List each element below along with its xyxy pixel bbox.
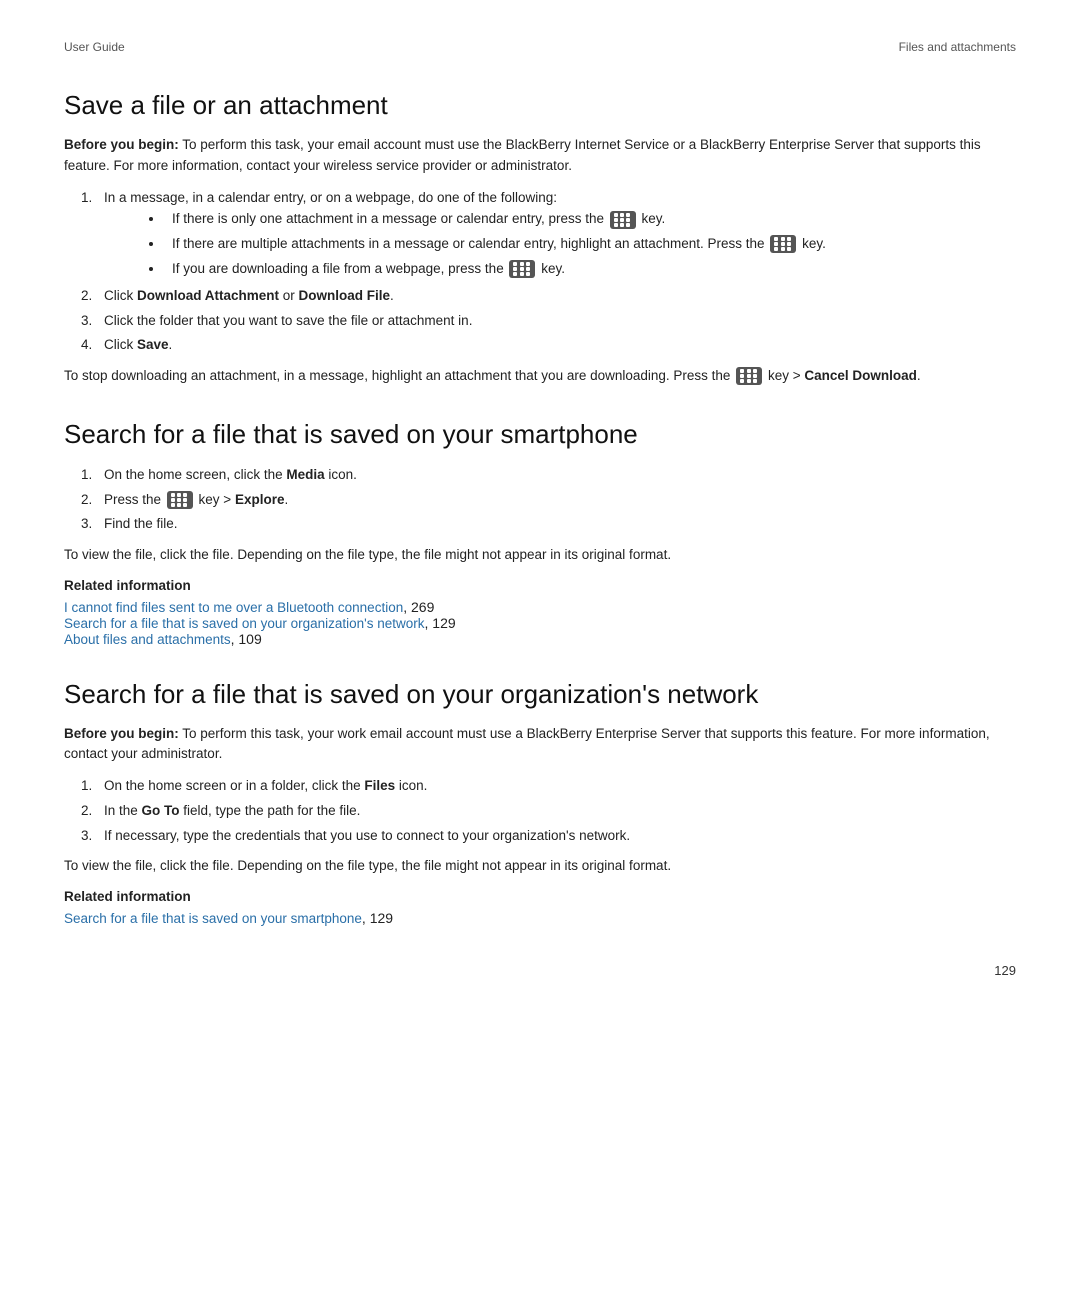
section1-step2-text: Click [104,288,137,303]
section3-title: Search for a file that is saved on your … [64,679,1016,710]
header-left: User Guide [64,40,125,54]
section3-before-begin-text: To perform this task, your work email ac… [64,726,990,762]
section1-bullet3: If you are downloading a file from a web… [164,258,1016,280]
section1-steps: In a message, in a calendar entry, or on… [96,187,1016,356]
section1-step4-bold: Save [137,337,169,352]
section2-step3: Find the file. [96,513,1016,535]
section3-step1: On the home screen or in a folder, click… [96,775,1016,797]
section2-link1: I cannot find files sent to me over a Bl… [64,599,1016,615]
section2-step1: On the home screen, click the Media icon… [96,464,1016,486]
section1-step1: In a message, in a calendar entry, or on… [96,187,1016,279]
section2-step2-end: key > [199,492,235,507]
section1-step2-period: . [390,288,394,303]
section2-related-label: Related information [64,576,1016,597]
section1-bullet2-text: If there are multiple attachments in a m… [172,236,768,251]
section2-link2-page: , 129 [425,615,456,631]
section1-stop-period: . [917,368,921,383]
section2-step2-bold: Explore [235,492,285,507]
section3-step1-text: On the home screen or in a folder, click… [104,778,364,793]
section1-step4: Click Save. [96,334,1016,356]
section1-step3-text: Click the folder that you want to save t… [104,313,472,328]
section-search-network: Search for a file that is saved on your … [64,679,1016,926]
section1-bullets: If there is only one attachment in a mes… [164,208,1016,279]
section1-before-begin-label: Before you begin: [64,137,179,152]
section3-step3: If necessary, type the credentials that … [96,825,1016,847]
section1-stop-note: To stop downloading an attachment, in a … [64,366,1016,387]
section1-step2-bold2: Download File [299,288,391,303]
section1-stop-bold: Cancel Download [804,368,917,383]
section-save-file: Save a file or an attachment Before you … [64,90,1016,387]
section1-step3: Click the folder that you want to save t… [96,310,1016,332]
section2-link3: About files and attachments, 109 [64,631,1016,647]
section2-step1-text: On the home screen, click the [104,467,286,482]
section1-stop-text2: key > [768,368,804,383]
section2-link3-page: , 109 [231,631,262,647]
section1-bullet2-end: key. [802,236,826,251]
section2-note: To view the file, click the file. Depend… [64,545,1016,566]
section2-step1-bold: Media [286,467,324,482]
section3-link1-page: , 129 [362,910,393,926]
section3-steps: On the home screen or in a folder, click… [96,775,1016,846]
section3-link1-anchor[interactable]: Search for a file that is saved on your … [64,911,362,926]
section1-bullet1-text: If there is only one attachment in a mes… [172,211,608,226]
key-icon-5 [167,491,193,509]
section1-title: Save a file or an attachment [64,90,1016,121]
section2-steps: On the home screen, click the Media icon… [96,464,1016,535]
section3-before-begin: Before you begin: To perform this task, … [64,724,1016,766]
section3-links: Search for a file that is saved on your … [64,910,1016,926]
section2-link3-anchor[interactable]: About files and attachments [64,632,231,647]
section1-step4-period: . [169,337,173,352]
section3-step2-text: In the [104,803,142,818]
section2-step2-period: . [284,492,288,507]
section1-step1-text: In a message, in a calendar entry, or on… [104,190,557,205]
page-header: User Guide Files and attachments [64,40,1016,54]
section2-step2: Press the key > Explore. [96,489,1016,511]
section2-step1-end: icon. [325,467,357,482]
key-icon-4 [736,367,762,385]
section3-step3-text: If necessary, type the credentials that … [104,828,630,843]
section3-note: To view the file, click the file. Depend… [64,856,1016,877]
section2-link1-page: , 269 [403,599,434,615]
section1-before-begin: Before you begin: To perform this task, … [64,135,1016,177]
section2-link2-anchor[interactable]: Search for a file that is saved on your … [64,616,425,631]
section3-step1-end: icon. [395,778,427,793]
section3-step2-bold: Go To [142,803,180,818]
section1-bullet1-end: key. [642,211,666,226]
key-icon-2 [770,235,796,253]
section3-step2-end: field, type the path for the file. [180,803,361,818]
header-right: Files and attachments [899,40,1016,54]
section3-step2: In the Go To field, type the path for th… [96,800,1016,822]
section2-step3-text: Find the file. [104,516,178,531]
section1-bullet3-end: key. [541,261,565,276]
section1-step2-bold1: Download Attachment [137,288,279,303]
key-icon-1 [610,211,636,229]
section-search-smartphone: Search for a file that is saved on your … [64,419,1016,647]
section2-link2: Search for a file that is saved on your … [64,615,1016,631]
section3-step1-bold: Files [364,778,395,793]
page-number: 129 [994,963,1016,978]
section1-step2-or: or [279,288,299,303]
section3-link1: Search for a file that is saved on your … [64,910,1016,926]
section1-bullet2: If there are multiple attachments in a m… [164,233,1016,255]
page: User Guide Files and attachments Save a … [0,0,1080,1018]
section1-step2: Click Download Attachment or Download Fi… [96,285,1016,307]
section1-step4-text: Click [104,337,137,352]
section1-bullet1: If there is only one attachment in a mes… [164,208,1016,230]
section3-related-label: Related information [64,887,1016,908]
section2-link1-anchor[interactable]: I cannot find files sent to me over a Bl… [64,600,403,615]
section3-before-begin-label: Before you begin: [64,726,179,741]
section1-stop-text: To stop downloading an attachment, in a … [64,368,734,383]
section2-links: I cannot find files sent to me over a Bl… [64,599,1016,647]
section2-title: Search for a file that is saved on your … [64,419,1016,450]
key-icon-3 [509,260,535,278]
section1-before-begin-text: To perform this task, your email account… [64,137,981,173]
section1-bullet3-text: If you are downloading a file from a web… [172,261,507,276]
section2-step2-text: Press the [104,492,165,507]
